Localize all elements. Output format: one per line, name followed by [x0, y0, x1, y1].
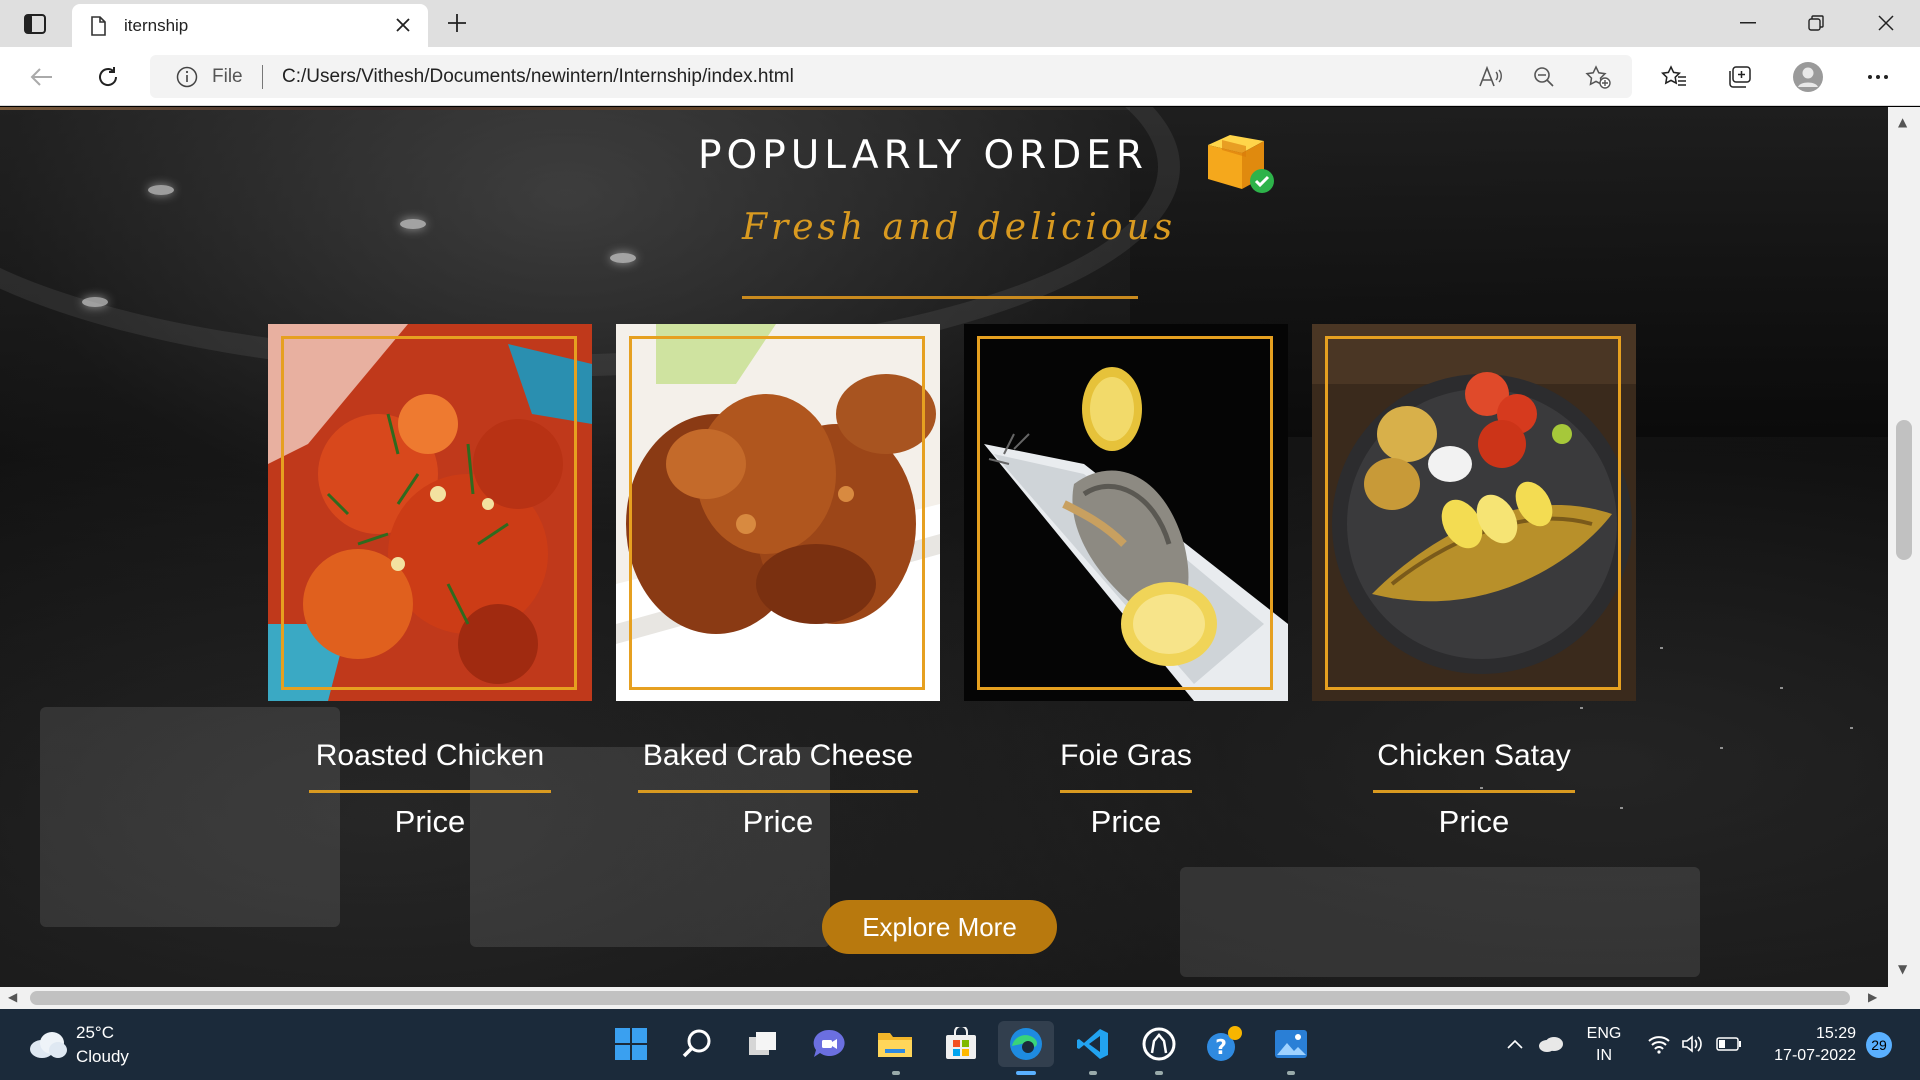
new-tab-button[interactable]: [440, 8, 474, 38]
clock-date: 17-07-2022: [1774, 1047, 1856, 1064]
file-scheme-label: File: [212, 66, 243, 87]
favorites-icon[interactable]: [1656, 59, 1692, 95]
help-icon[interactable]: ?: [1202, 1021, 1248, 1067]
horizontal-scroll-thumb[interactable]: [30, 991, 1850, 1005]
food-card[interactable]: Chicken Satay Price: [1312, 324, 1636, 839]
weather-temperature[interactable]: 25°C: [76, 1023, 114, 1043]
onedrive-icon[interactable]: [1538, 1031, 1564, 1057]
profile-avatar[interactable]: [1790, 59, 1826, 95]
food-name: Baked Crab Cheese: [642, 739, 914, 772]
horizontal-scrollbar[interactable]: ◀ ▶: [0, 987, 1888, 1009]
svg-text:?: ?: [1215, 1035, 1227, 1059]
background-light: [400, 219, 426, 229]
food-price: Price: [742, 804, 814, 839]
edge-browser-icon[interactable]: [998, 1021, 1054, 1067]
food-price: Price: [1090, 804, 1162, 839]
add-favorite-icon[interactable]: [1584, 63, 1612, 91]
microsoft-store-icon[interactable]: [938, 1021, 984, 1067]
explore-more-button[interactable]: Explore More: [822, 900, 1057, 954]
minimize-icon[interactable]: [1720, 6, 1776, 40]
food-photo-baked-crab-cheese: [616, 324, 940, 701]
clock-time: 15:29: [1815, 1025, 1856, 1042]
address-separator: [262, 65, 263, 89]
language-code: ENG: [1586, 1025, 1622, 1042]
name-underline: [638, 790, 918, 793]
weather-description[interactable]: Cloudy: [76, 1047, 129, 1067]
notification-badge[interactable]: 29: [1866, 1032, 1892, 1058]
battery-icon[interactable]: [1716, 1031, 1742, 1057]
food-card[interactable]: Foie Gras Price: [964, 324, 1288, 839]
more-options-icon[interactable]: [1860, 59, 1896, 95]
collections-icon[interactable]: [1722, 59, 1758, 95]
address-bar[interactable]: File C:/Users/Vithesh/Documents/newinter…: [150, 55, 1632, 98]
background-light: [82, 297, 108, 307]
scroll-left-icon[interactable]: ◀: [8, 990, 17, 1004]
chat-icon[interactable]: [806, 1021, 852, 1067]
background-light: [148, 185, 174, 195]
info-icon[interactable]: [176, 66, 198, 88]
scroll-down-icon[interactable]: ▼: [1898, 962, 1907, 976]
browser-tab-bar: iternship: [0, 0, 1920, 47]
wifi-icon[interactable]: [1646, 1031, 1672, 1057]
food-photo-roasted-chicken: [268, 324, 592, 701]
tab-title: iternship: [124, 15, 189, 35]
food-name: Foie Gras: [1060, 739, 1192, 772]
food-card[interactable]: Baked Crab Cheese Price: [616, 324, 940, 839]
order-box-icon: [1208, 135, 1274, 193]
browser-toolbar: File C:/Users/Vithesh/Documents/newinter…: [0, 47, 1920, 106]
food-name: Chicken Satay: [1377, 739, 1571, 772]
taskbar: 25°C Cloudy ? ENG IN 15:29 17-07-2022 29: [0, 1009, 1920, 1080]
photo-frame: [1325, 336, 1621, 690]
page-viewport: POPULARLY ORDER Fresh and delicious Roas…: [0, 107, 1888, 987]
food-card[interactable]: Roasted Chicken Price: [268, 324, 592, 839]
photo-frame: [281, 336, 577, 690]
vscode-icon[interactable]: [1070, 1021, 1116, 1067]
photo-frame: [977, 336, 1273, 690]
task-view-icon[interactable]: [740, 1021, 786, 1067]
name-underline: [1060, 790, 1192, 793]
scrollbar-corner: [1888, 987, 1920, 1009]
tab-actions-icon[interactable]: [18, 10, 52, 38]
heading-divider: [742, 296, 1138, 299]
name-underline: [309, 790, 551, 793]
close-window-icon[interactable]: [1858, 6, 1914, 40]
zoom-out-icon[interactable]: [1530, 63, 1558, 91]
food-photo-foie-gras: [964, 324, 1288, 701]
back-icon[interactable]: [24, 59, 60, 95]
background-table: [470, 747, 830, 947]
github-desktop-icon[interactable]: [1136, 1021, 1182, 1067]
photos-icon[interactable]: [1268, 1021, 1314, 1067]
photo-frame: [629, 336, 925, 690]
search-icon[interactable]: [674, 1021, 720, 1067]
read-aloud-icon[interactable]: [1476, 63, 1504, 91]
start-icon[interactable]: [608, 1021, 654, 1067]
scroll-right-icon[interactable]: ▶: [1868, 990, 1877, 1004]
background-table: [1180, 867, 1700, 977]
volume-icon[interactable]: [1680, 1031, 1706, 1057]
vertical-scrollbar[interactable]: ▲ ▼: [1888, 107, 1920, 987]
region-code: IN: [1596, 1047, 1612, 1064]
food-name: Roasted Chicken: [315, 739, 545, 772]
section-subheading: Fresh and delicious: [742, 207, 1177, 248]
background-light: [610, 253, 636, 263]
name-underline: [1373, 790, 1575, 793]
food-price: Price: [1438, 804, 1510, 839]
file-explorer-icon[interactable]: [872, 1021, 918, 1067]
food-price: Price: [394, 804, 466, 839]
food-photo-chicken-satay: [1312, 324, 1636, 701]
restore-icon[interactable]: [1788, 6, 1844, 40]
close-tab-icon[interactable]: [392, 14, 414, 36]
system-clock[interactable]: 15:29 17-07-2022: [1760, 1023, 1856, 1067]
input-language[interactable]: ENG IN: [1584, 1023, 1624, 1067]
vertical-scroll-thumb[interactable]: [1896, 420, 1912, 560]
page-icon: [91, 15, 106, 36]
chevron-up-icon[interactable]: [1502, 1031, 1528, 1057]
browser-tab[interactable]: iternship: [72, 4, 428, 47]
refresh-icon[interactable]: [90, 59, 126, 95]
url-text[interactable]: C:/Users/Vithesh/Documents/newintern/Int…: [282, 66, 794, 88]
scroll-up-icon[interactable]: ▲: [1898, 115, 1907, 129]
cloud-icon[interactable]: [28, 1029, 68, 1059]
section-heading: POPULARLY ORDER: [698, 133, 1149, 178]
